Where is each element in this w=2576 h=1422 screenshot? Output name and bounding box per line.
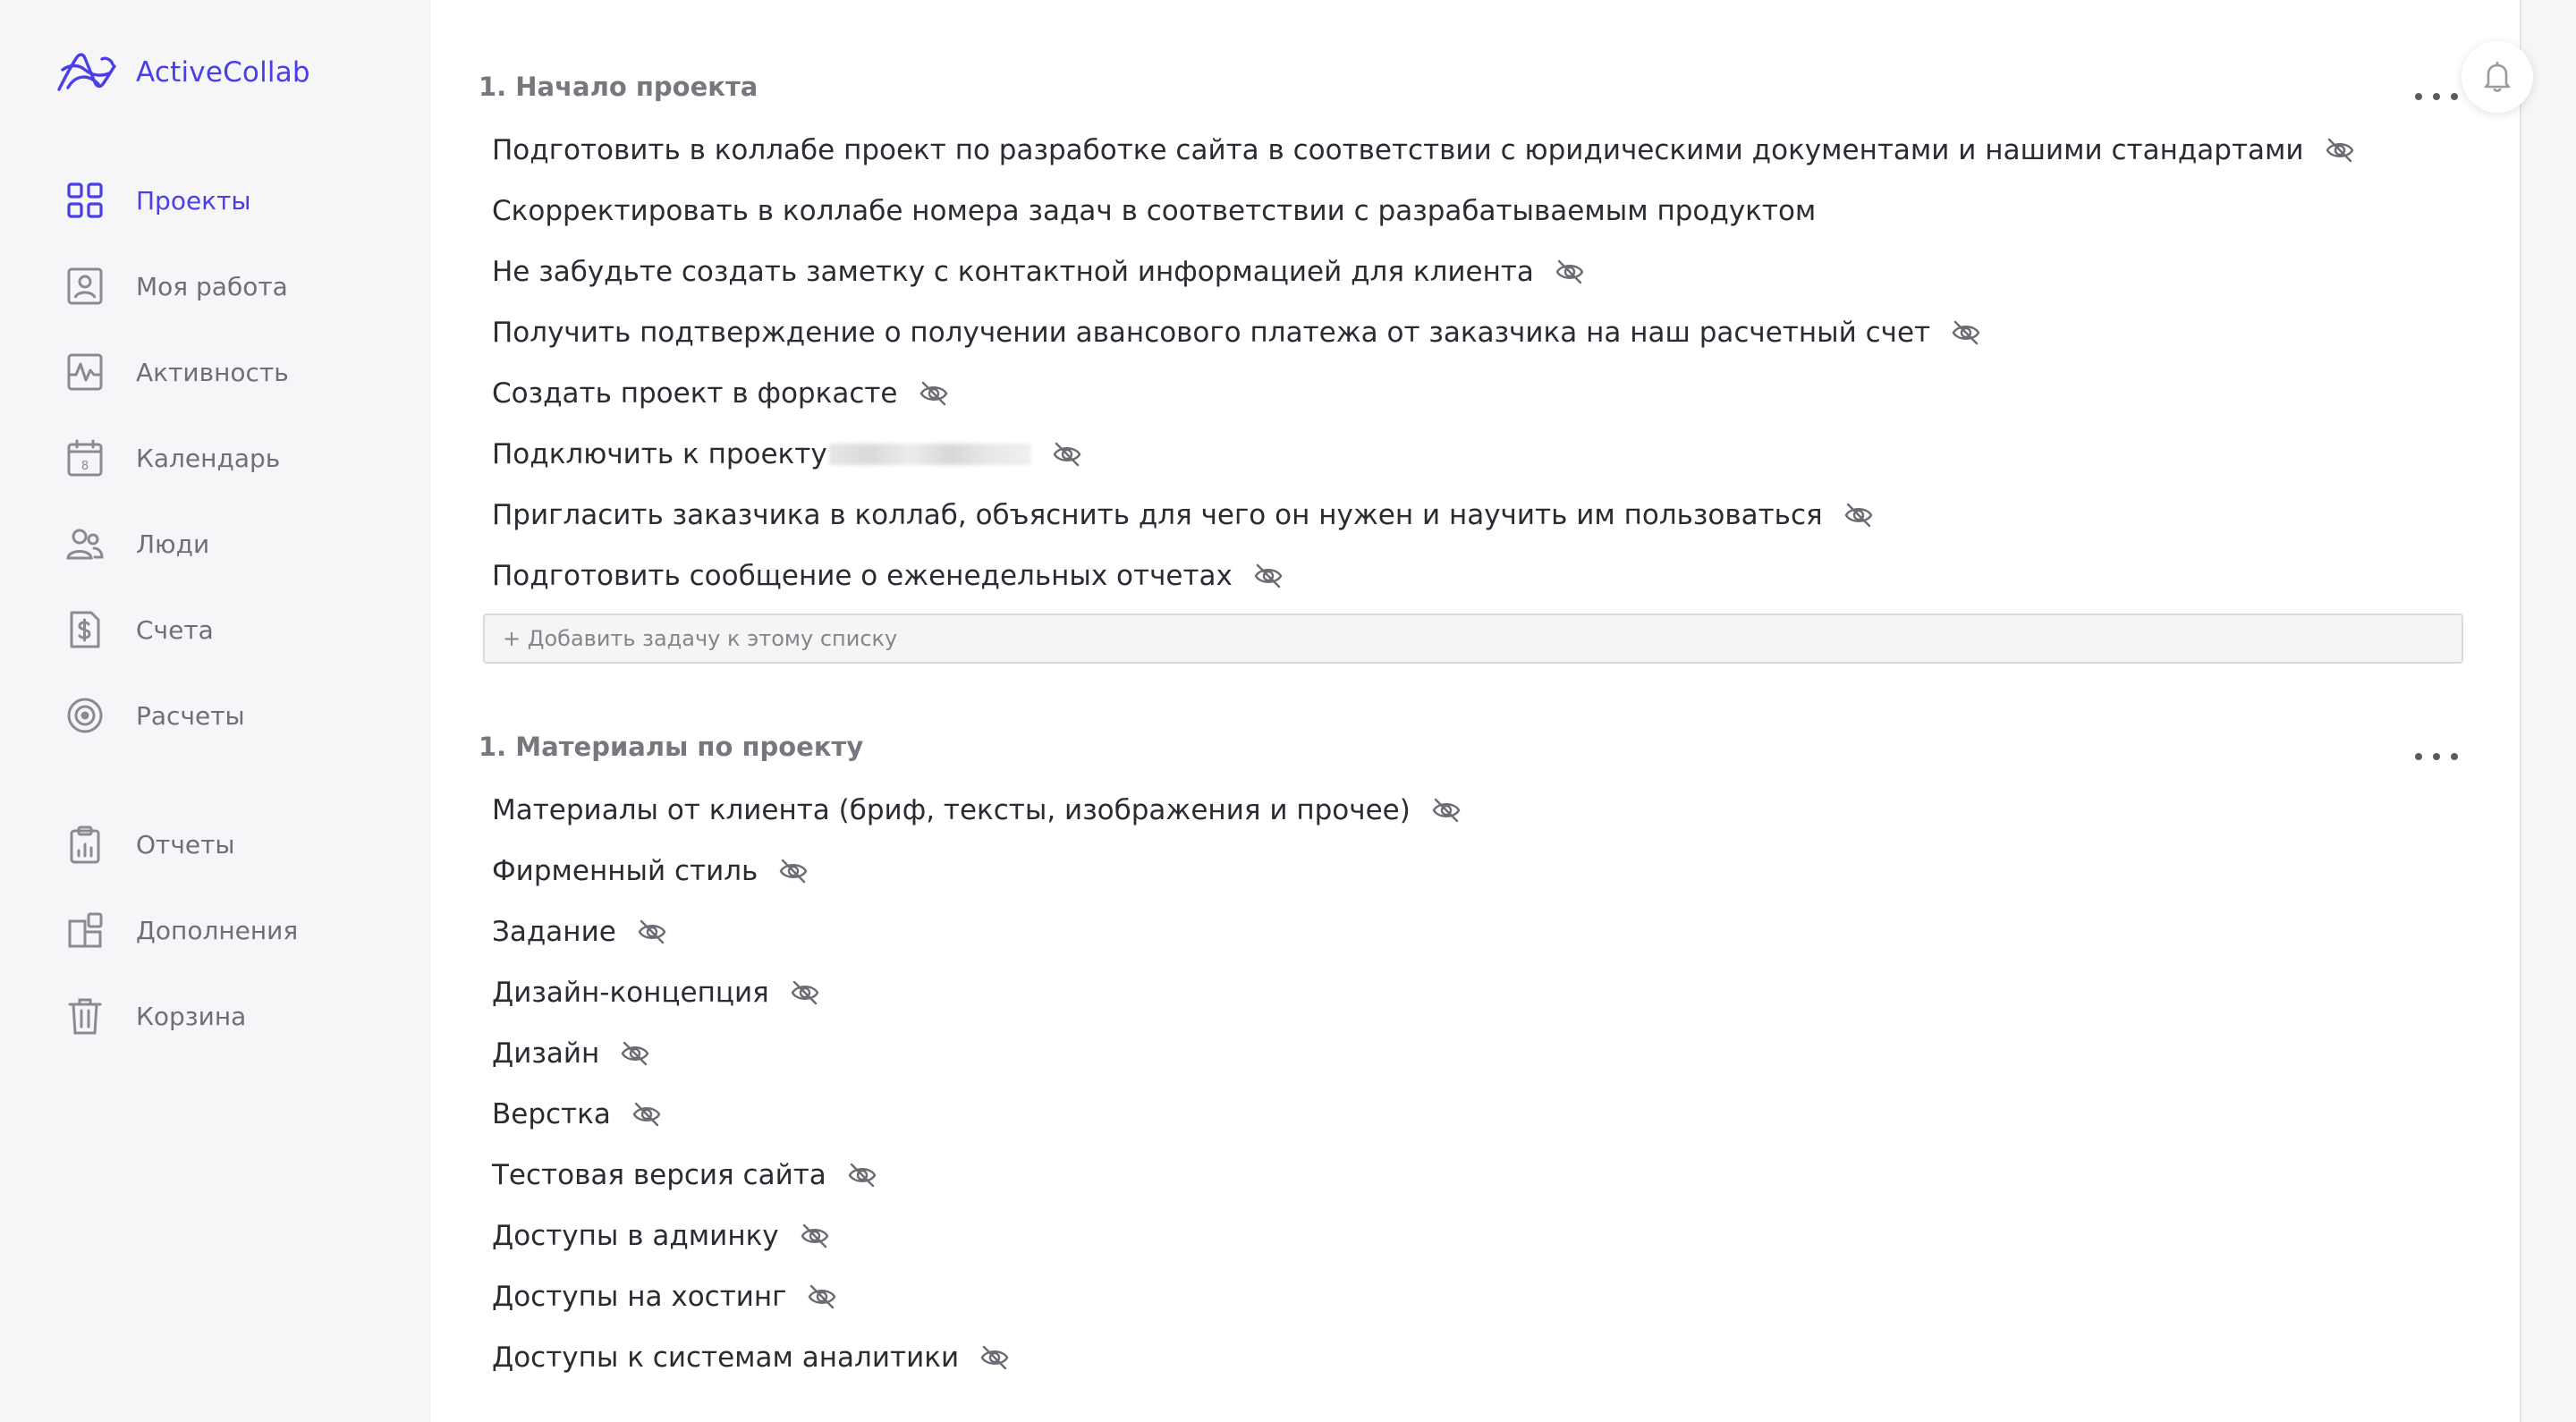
sidebar-item-my-work[interactable]: Моя работа: [64, 259, 288, 313]
eye-slash-icon: [1843, 499, 1875, 531]
task-list-title[interactable]: 1. Начало проекта: [479, 72, 758, 102]
eye-slash-icon: [979, 1342, 1011, 1374]
task-list-title[interactable]: 1. Материалы по проекту: [479, 732, 863, 762]
task-name[interactable]: Не забудьте создать заметку с контактной…: [492, 256, 1534, 288]
task-list-options-button[interactable]: [2415, 746, 2458, 767]
activecollab-logo-icon: [57, 53, 116, 91]
sidebar-item-label: Календарь: [136, 443, 281, 473]
eye-slash-icon: [918, 377, 950, 410]
addons-icon: [64, 910, 106, 951]
sidebar-item-label: Отчеты: [136, 829, 235, 859]
sidebar-item-label: Проекты: [136, 185, 251, 216]
user-card-icon: [64, 266, 106, 307]
task-name[interactable]: Доступы на хостинг: [492, 1281, 786, 1313]
people-icon: [64, 523, 106, 564]
sidebar-item-label: Расчеты: [136, 700, 245, 731]
eye-slash-icon: [1950, 317, 1982, 349]
eye-slash-icon: [2324, 134, 2356, 166]
target-icon: [64, 695, 106, 736]
task-name[interactable]: Доступы в админку: [492, 1220, 779, 1252]
clipboard-icon: [64, 824, 106, 865]
task-name[interactable]: Доступы к системам аналитики: [492, 1342, 959, 1374]
eye-slash-icon: [799, 1220, 831, 1252]
sidebar: ActiveCollab Проекты Моя работа Активнос…: [0, 0, 429, 1422]
task-name[interactable]: Дизайн: [492, 1037, 599, 1070]
sidebar-item-activity[interactable]: Активность: [64, 345, 289, 399]
logo[interactable]: ActiveCollab: [55, 45, 310, 100]
task-item[interactable]: Дизайн: [492, 1032, 651, 1075]
task-list-options-button[interactable]: [2415, 86, 2458, 107]
add-task-input[interactable]: [483, 614, 2463, 664]
task-name[interactable]: Фирменный стиль: [492, 855, 758, 887]
task-name[interactable]: Подготовить в коллабе проект по разработ…: [492, 134, 2304, 166]
invoice-icon: [64, 609, 106, 650]
eye-slash-icon: [846, 1159, 878, 1191]
bell-icon: [2484, 61, 2511, 92]
redacted-text: [828, 444, 1031, 465]
task-name[interactable]: Подключить к проекту: [492, 438, 827, 470]
eye-slash-icon: [806, 1281, 838, 1313]
task-item[interactable]: Подключить к проекту: [492, 433, 1083, 476]
sidebar-item-estimates[interactable]: Расчеты: [64, 689, 245, 742]
task-name[interactable]: Дизайн-концепция: [492, 977, 769, 1009]
sidebar-item-reports[interactable]: Отчеты: [64, 817, 235, 871]
sidebar-item-label: Люди: [136, 529, 210, 559]
app-window: ActiveCollab Проекты Моя работа Активнос…: [0, 0, 2576, 1422]
sidebar-item-label: Счета: [136, 614, 214, 645]
eye-slash-icon: [777, 855, 809, 887]
task-item[interactable]: Задание: [492, 910, 668, 953]
trash-icon: [64, 995, 106, 1037]
task-item[interactable]: Доступы к системам аналитики: [492, 1336, 1011, 1379]
eye-slash-icon: [1051, 438, 1083, 470]
sidebar-item-people[interactable]: Люди: [64, 517, 209, 571]
task-item[interactable]: Фирменный стиль: [492, 850, 809, 893]
task-name[interactable]: Пригласить заказчика в коллаб, объяснить…: [492, 499, 1823, 531]
task-item[interactable]: Получить подтверждение о получении аванс…: [492, 311, 1982, 354]
activity-icon: [64, 351, 106, 393]
notifications-button[interactable]: [2462, 41, 2533, 113]
logo-text: ActiveCollab: [136, 56, 310, 89]
sidebar-item-addons[interactable]: Дополнения: [64, 903, 298, 957]
sidebar-item-invoices[interactable]: Счета: [64, 603, 214, 656]
task-item[interactable]: Подготовить сообщение о еженедельных отч…: [492, 554, 1284, 597]
sidebar-item-label: Корзина: [136, 1001, 247, 1031]
task-name[interactable]: Материалы от клиента (бриф, тексты, изоб…: [492, 794, 1411, 826]
calendar-icon: 8: [64, 437, 106, 478]
sidebar-item-trash[interactable]: Корзина: [64, 989, 246, 1043]
sidebar-item-label: Дополнения: [136, 915, 299, 945]
calendar-day-number: 8: [81, 460, 89, 473]
eye-slash-icon: [1430, 794, 1462, 826]
sidebar-item-calendar[interactable]: 8 Календарь: [64, 431, 280, 485]
eye-slash-icon: [1554, 256, 1586, 288]
eye-slash-icon: [619, 1037, 651, 1070]
task-name[interactable]: Получить подтверждение о получении аванс…: [492, 317, 1930, 349]
task-name[interactable]: Задание: [492, 916, 616, 948]
grid-icon: [64, 180, 106, 221]
task-item[interactable]: Скорректировать в коллабе номера задач в…: [492, 190, 1816, 233]
task-item[interactable]: Доступы на хостинг: [492, 1275, 838, 1318]
sidebar-item-label: Активность: [136, 357, 289, 387]
task-item[interactable]: Материалы от клиента (бриф, тексты, изоб…: [492, 789, 1462, 832]
task-name[interactable]: Скорректировать в коллабе номера задач в…: [492, 195, 1816, 227]
task-item[interactable]: Тестовая версия сайта: [492, 1154, 878, 1197]
task-item[interactable]: Создать проект в форкасте: [492, 372, 950, 415]
task-item[interactable]: Верстка: [492, 1093, 663, 1136]
task-name[interactable]: Создать проект в форкасте: [492, 377, 898, 410]
sidebar-item-projects[interactable]: Проекты: [64, 174, 251, 227]
task-name[interactable]: Тестовая версия сайта: [492, 1159, 826, 1191]
task-item[interactable]: Доступы в админку: [492, 1215, 831, 1257]
task-name[interactable]: Верстка: [492, 1098, 611, 1130]
eye-slash-icon: [1252, 560, 1284, 592]
task-item[interactable]: Пригласить заказчика в коллаб, объяснить…: [492, 494, 1875, 537]
eye-slash-icon: [789, 977, 821, 1009]
task-item[interactable]: Не забудьте создать заметку с контактной…: [492, 250, 1586, 293]
eye-slash-icon: [631, 1098, 663, 1130]
task-name[interactable]: Подготовить сообщение о еженедельных отч…: [492, 560, 1233, 592]
task-item[interactable]: Подготовить в коллабе проект по разработ…: [492, 129, 2356, 172]
eye-slash-icon: [636, 916, 668, 948]
sidebar-item-label: Моя работа: [136, 271, 288, 301]
task-item[interactable]: Дизайн-концепция: [492, 971, 821, 1014]
